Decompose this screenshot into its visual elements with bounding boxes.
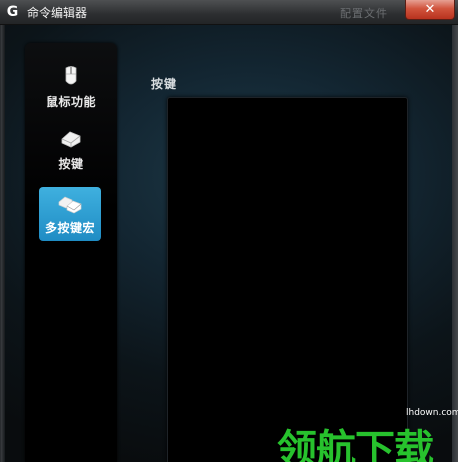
close-button[interactable]: ✕ xyxy=(405,0,455,20)
command-editor-window: G 命令编辑器 配置文件 ✕ 鼠标功能 按键 多按键宏 按键 lhdown.co… xyxy=(0,0,458,462)
keystrokes-section-label: 按键 xyxy=(151,77,178,91)
left-border xyxy=(1,25,5,462)
watermark-logo-text: 领航下载 xyxy=(277,427,434,462)
sidebar-item-label: 鼠标功能 xyxy=(45,95,96,109)
sidebar-item-label: 多按键宏 xyxy=(44,221,95,235)
key-icon xyxy=(61,131,81,148)
main-area: 鼠标功能 按键 多按键宏 按键 lhdown.com 领航下载 xyxy=(0,25,458,462)
sidebar-item-label: 按键 xyxy=(58,157,84,171)
window-title: 命令编辑器 xyxy=(27,6,88,20)
sidebar-item-mouse-functions[interactable]: 鼠标功能 xyxy=(39,65,103,110)
sidebar-item-keystroke[interactable]: 按键 xyxy=(39,127,103,172)
right-border xyxy=(452,25,458,462)
title-bar[interactable]: G 命令编辑器 配置文件 ✕ xyxy=(0,0,458,25)
keystroke-list-panel[interactable] xyxy=(167,97,408,462)
sidebar: 鼠标功能 按键 多按键宏 xyxy=(25,43,117,462)
logitech-g-logo-icon: G xyxy=(6,3,19,20)
watermark-url: lhdown.com xyxy=(406,408,458,418)
background-window-title: 配置文件 xyxy=(340,7,388,20)
sidebar-item-multi-key-macro[interactable]: 多按键宏 xyxy=(39,187,101,241)
multi-key-icon xyxy=(58,196,82,214)
close-icon: ✕ xyxy=(424,2,436,17)
mouse-icon xyxy=(65,66,77,85)
